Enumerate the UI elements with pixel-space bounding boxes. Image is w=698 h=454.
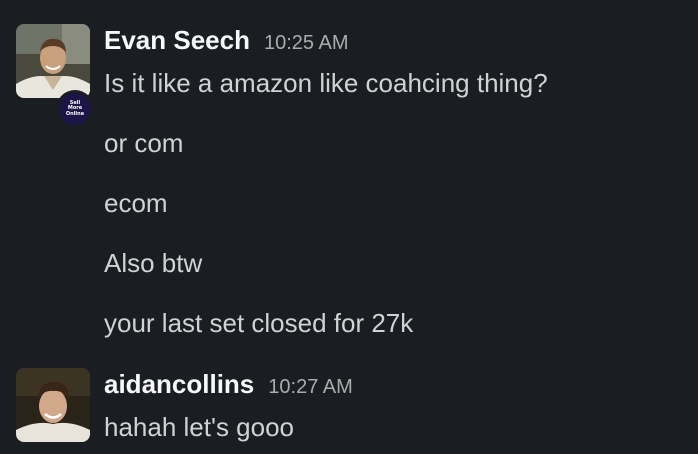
sell-more-online-logo: Sell More Online: [59, 93, 91, 125]
message-text: Also btw: [104, 248, 203, 278]
sender-name[interactable]: aidancollins: [104, 366, 254, 402]
message-text: or com: [104, 128, 184, 158]
message-header: aidancollins 10:27 AM: [104, 366, 353, 402]
org-badge: Sell More Online: [56, 90, 94, 128]
message-text: hahah let's gooo: [104, 412, 295, 442]
sender-name[interactable]: Evan Seech: [104, 22, 250, 58]
message-header: Evan Seech 10:25 AM: [104, 22, 349, 58]
badge-text: Online: [65, 110, 85, 117]
avatar[interactable]: [16, 368, 90, 442]
avatar[interactable]: [16, 24, 90, 98]
user-photo-icon: [16, 24, 90, 98]
message-list: Sell More Online Evan Seech 10:25 AM Is …: [0, 0, 698, 454]
user-photo-icon: [16, 368, 90, 442]
message-text: Is it like a amazon like coahcing thing?: [104, 68, 548, 98]
message-text: ecom: [104, 188, 168, 218]
message-text: your last set closed for 27k: [104, 308, 414, 338]
message-timestamp[interactable]: 10:27 AM: [268, 369, 353, 405]
message-timestamp[interactable]: 10:25 AM: [264, 25, 349, 61]
